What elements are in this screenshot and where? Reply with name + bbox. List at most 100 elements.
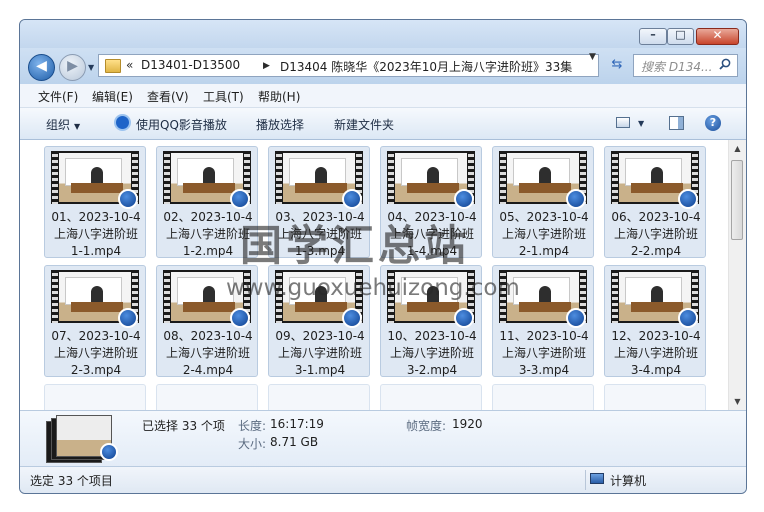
size-label: 大小: bbox=[238, 437, 267, 451]
file-name-line: 11、2023-10-4 bbox=[499, 329, 589, 343]
minimize-button[interactable]: – bbox=[639, 28, 667, 45]
address-row: ◀ ▶ ▼ « D13401-D13500 ▶ D13404 陈晓华《2023年… bbox=[20, 48, 746, 84]
menu-file[interactable]: 文件(F) bbox=[38, 88, 78, 105]
menu-view[interactable]: 查看(V) bbox=[147, 88, 189, 105]
back-button[interactable]: ◀ bbox=[28, 54, 55, 81]
file-name-line: 3-2.mp4 bbox=[406, 363, 458, 377]
file-item[interactable]: 02、2023-10-4 上海八字进阶班 1-2.mp4 bbox=[156, 146, 258, 258]
qq-player-badge-icon bbox=[118, 189, 138, 209]
file-name-line: 12、2023-10-4 bbox=[611, 329, 701, 343]
scroll-down-icon[interactable]: ▼ bbox=[729, 393, 746, 410]
file-name-line: 上海八字进阶班 bbox=[613, 346, 698, 360]
file-name: 12、2023-10-4 上海八字进阶班 3-4.mp4 bbox=[605, 328, 707, 379]
file-name-line: 1-4.mp4 bbox=[406, 244, 458, 258]
organize-label: 组织 bbox=[46, 118, 71, 132]
file-name-line: 上海八字进阶班 bbox=[501, 227, 586, 241]
file-item[interactable]: 07、2023-10-4 上海八字进阶班 2-3.mp4 bbox=[44, 265, 146, 377]
file-name: 09、2023-10-4 上海八字进阶班 3-1.mp4 bbox=[269, 328, 371, 379]
breadcrumb-current[interactable]: D13404 陈晓华《2023年10月上海八字进阶班》33集 bbox=[280, 58, 572, 75]
scroll-up-icon[interactable]: ▲ bbox=[729, 140, 746, 157]
file-name-line: 上海八字进阶班 bbox=[277, 346, 362, 360]
menu-bar: 文件(F) 编辑(E) 查看(V) 工具(T) 帮助(H) bbox=[20, 84, 746, 108]
qq-player-badge-icon bbox=[230, 308, 250, 328]
status-text: 选定 33 个项目 bbox=[30, 474, 113, 488]
file-name-line: 08、2023-10-4 bbox=[163, 329, 253, 343]
file-item[interactable]: 04、2023-10-4 上海八字进阶班 1-4.mp4 bbox=[380, 146, 482, 258]
address-bar[interactable]: « D13401-D13500 ▶ D13404 陈晓华《2023年10月上海八… bbox=[98, 54, 599, 77]
file-name-line: 10、2023-10-4 bbox=[387, 329, 477, 343]
file-item[interactable]: 10、2023-10-4 上海八字进阶班 3-2.mp4 bbox=[380, 265, 482, 377]
file-item[interactable] bbox=[492, 384, 594, 410]
location-label: 计算机 bbox=[610, 474, 647, 488]
maximize-button[interactable]: □ bbox=[667, 28, 694, 45]
length-label: 长度: bbox=[238, 419, 267, 433]
file-item[interactable] bbox=[268, 384, 370, 410]
status-divider bbox=[585, 470, 586, 490]
frame-width-value: 1920 bbox=[452, 417, 483, 431]
file-name-line: 1-3.mp4 bbox=[294, 244, 346, 258]
file-name-line: 上海八字进阶班 bbox=[165, 346, 250, 360]
file-item[interactable] bbox=[44, 384, 146, 410]
qq-player-badge-icon bbox=[566, 308, 586, 328]
details-pane: 已选择 33 个项 长度: 16:17:19 大小: 8.71 GB 帧宽度: … bbox=[20, 410, 746, 467]
recent-pages-dropdown[interactable]: ▼ bbox=[88, 63, 94, 72]
file-name-line: 上海八字进阶班 bbox=[613, 227, 698, 241]
breadcrumb-parent[interactable]: D13401-D13500 bbox=[141, 58, 240, 72]
qq-player-badge-icon bbox=[230, 189, 250, 209]
file-item[interactable]: 09、2023-10-4 上海八字进阶班 3-1.mp4 bbox=[268, 265, 370, 377]
refresh-button[interactable]: ⇆ bbox=[606, 54, 628, 76]
file-item[interactable]: 01、2023-10-4 上海八字进阶班 1-1.mp4 bbox=[44, 146, 146, 258]
minimize-icon: – bbox=[650, 28, 656, 41]
file-name: 07、2023-10-4 上海八字进阶班 2-3.mp4 bbox=[45, 328, 147, 379]
close-icon: ✕ bbox=[712, 28, 723, 42]
change-view-icon[interactable] bbox=[616, 117, 630, 128]
file-item[interactable]: 12、2023-10-4 上海八字进阶班 3-4.mp4 bbox=[604, 265, 706, 377]
file-name-line: 上海八字进阶班 bbox=[53, 227, 138, 241]
forward-arrow-icon: ▶ bbox=[67, 58, 78, 74]
search-input[interactable]: 搜索 D134... bbox=[633, 54, 738, 77]
file-name: 10、2023-10-4 上海八字进阶班 3-2.mp4 bbox=[381, 328, 483, 379]
file-item[interactable]: 05、2023-10-4 上海八字进阶班 2-1.mp4 bbox=[492, 146, 594, 258]
back-arrow-icon: ◀ bbox=[36, 58, 47, 74]
file-name-line: 上海八字进阶班 bbox=[277, 227, 362, 241]
file-item[interactable] bbox=[604, 384, 706, 410]
file-item[interactable]: 08、2023-10-4 上海八字进阶班 2-4.mp4 bbox=[156, 265, 258, 377]
new-folder-button[interactable]: 新建文件夹 bbox=[334, 116, 394, 133]
file-item[interactable]: 11、2023-10-4 上海八字进阶班 3-3.mp4 bbox=[492, 265, 594, 377]
menu-tools[interactable]: 工具(T) bbox=[203, 88, 244, 105]
command-bar: 组织 ▼ 使用QQ影音播放 播放选择 新建文件夹 ▼ ? bbox=[20, 108, 746, 140]
file-name-line: 06、2023-10-4 bbox=[611, 210, 701, 224]
file-name-line: 上海八字进阶班 bbox=[389, 227, 474, 241]
length-value: 16:17:19 bbox=[270, 417, 324, 431]
help-icon[interactable]: ? bbox=[705, 115, 721, 131]
organize-button[interactable]: 组织 ▼ bbox=[46, 116, 80, 133]
qq-player-badge-icon bbox=[342, 189, 362, 209]
play-with-qq-button[interactable]: 使用QQ影音播放 bbox=[136, 116, 227, 133]
file-item[interactable]: 06、2023-10-4 上海八字进阶班 2-2.mp4 bbox=[604, 146, 706, 258]
search-icon[interactable] bbox=[719, 58, 731, 70]
file-name: 04、2023-10-4 上海八字进阶班 1-4.mp4 bbox=[381, 209, 483, 260]
file-item[interactable]: 03、2023-10-4 上海八字进阶班 1-3.mp4 bbox=[268, 146, 370, 258]
address-history-dropdown[interactable]: ▼ bbox=[589, 52, 596, 62]
close-button[interactable]: ✕ bbox=[696, 28, 739, 45]
vertical-scrollbar[interactable]: ▲ ▼ bbox=[728, 140, 746, 410]
breadcrumb-overflow[interactable]: « bbox=[126, 58, 133, 72]
search-placeholder: 搜索 D134... bbox=[641, 60, 713, 74]
qq-player-badge-icon bbox=[566, 189, 586, 209]
organize-caret-icon: ▼ bbox=[74, 122, 81, 131]
file-name: 02、2023-10-4 上海八字进阶班 1-2.mp4 bbox=[157, 209, 259, 260]
file-name-line: 03、2023-10-4 bbox=[275, 210, 365, 224]
breadcrumb-separator[interactable]: ▶ bbox=[263, 61, 270, 71]
menu-edit[interactable]: 编辑(E) bbox=[92, 88, 133, 105]
file-name: 03、2023-10-4 上海八字进阶班 1-3.mp4 bbox=[269, 209, 371, 260]
play-selection-button[interactable]: 播放选择 bbox=[256, 116, 304, 133]
scroll-thumb[interactable] bbox=[731, 160, 743, 240]
file-item[interactable] bbox=[380, 384, 482, 410]
qq-player-badge-icon bbox=[118, 308, 138, 328]
file-name-line: 09、2023-10-4 bbox=[275, 329, 365, 343]
forward-button[interactable]: ▶ bbox=[59, 54, 86, 81]
menu-help[interactable]: 帮助(H) bbox=[258, 88, 300, 105]
view-options-caret-icon[interactable]: ▼ bbox=[638, 119, 644, 128]
file-item[interactable] bbox=[156, 384, 258, 410]
preview-pane-icon[interactable] bbox=[669, 116, 684, 130]
